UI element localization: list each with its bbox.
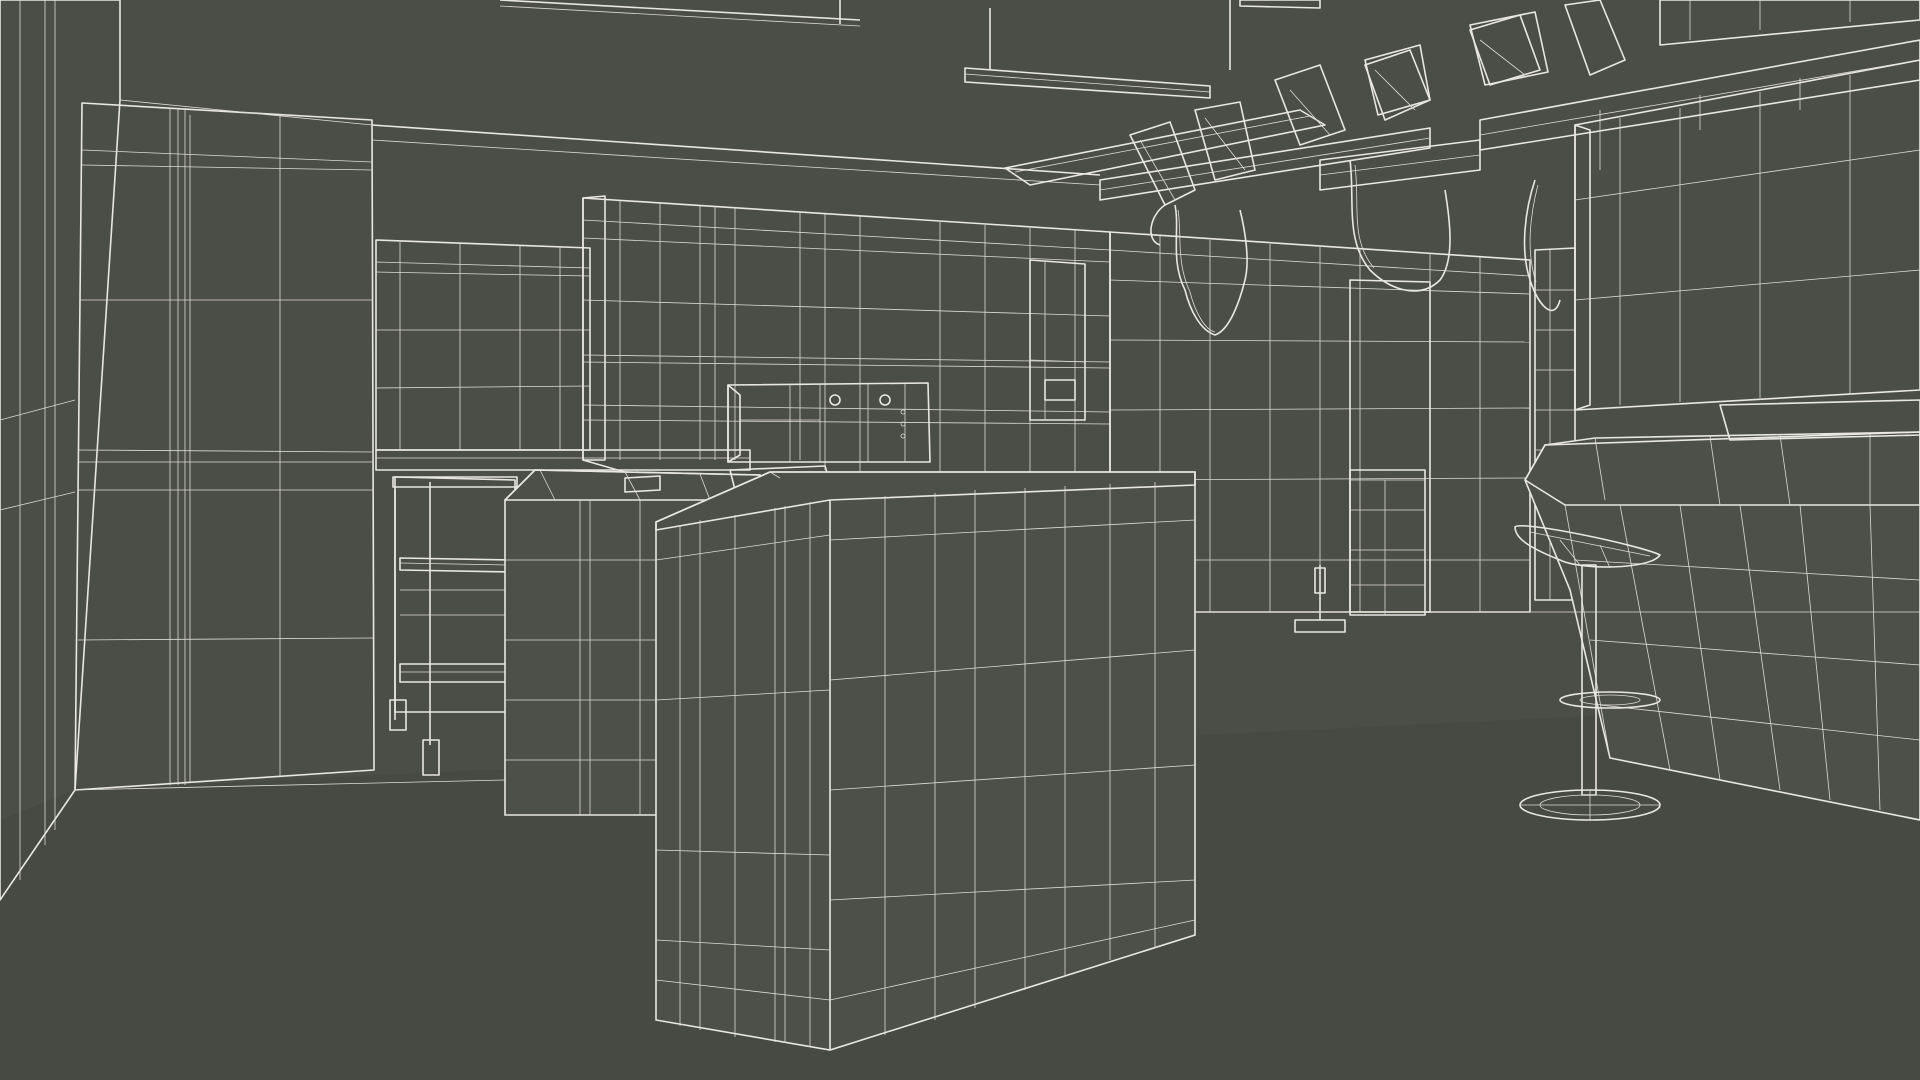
floor-stand [1294,565,1346,633]
back-wall [119,99,1101,186]
wireframe-render [0,0,1920,1080]
back-counter [375,449,751,471]
left-wall-cabinet [74,102,375,791]
ceiling-fixtures [499,0,1321,99]
wall-monitor [1574,59,1920,411]
instrument-trolley [389,476,518,776]
upper-wall-cabinet [375,239,591,451]
wireframe-viewport [0,0,1920,1080]
surgical-lights-pendant [1004,0,1920,206]
